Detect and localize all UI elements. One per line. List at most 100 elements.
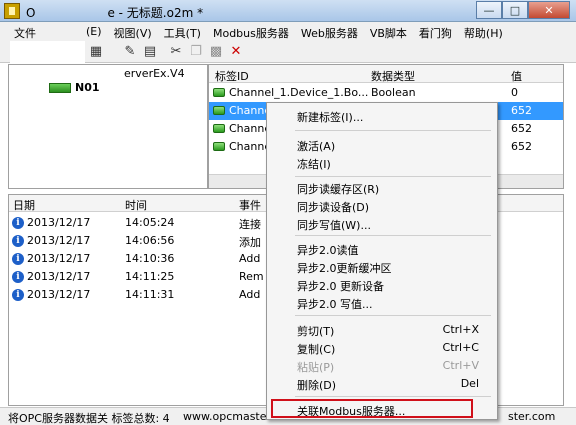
log-date: 2013/12/17 [27,270,91,283]
menu-item-async-update-buffer[interactable]: 异步2.0更新缓冲区 [267,257,497,276]
menu-edit[interactable]: (E) [80,22,108,41]
menu-web-server[interactable]: Web服务器 [295,22,364,41]
log-date: 2013/12/17 [27,216,91,229]
log-date: 2013/12/17 [27,234,91,247]
menu-item-new-tag[interactable]: 新建标签(I)... [267,106,497,125]
log-date: 2013/12/17 [27,288,91,301]
properties-icon[interactable]: ▤ [142,44,158,60]
menu-modbus-server[interactable]: Modbus服务器 [207,22,295,41]
copy-icon[interactable]: ❐ [188,44,204,60]
column-time[interactable]: 时间 [125,197,147,213]
edit-icon[interactable]: ✎ [122,44,138,60]
menu-item-async-write[interactable]: 异步2.0 写值... [267,293,497,312]
paste-icon[interactable]: ▩ [208,44,224,60]
column-event[interactable]: 事件 [239,197,261,213]
menu-item-delete[interactable]: 删除(D) Del [267,374,497,393]
window-controls: — □ ✕ [476,1,570,19]
data-type-cell: Boolean [371,86,416,99]
menu-item-label: 新建标签(I)... [297,111,364,124]
server-tree: erverEx.V4 N01 [8,64,208,189]
menu-item-paste[interactable]: 粘贴(P) Ctrl+V [267,356,497,375]
title-bar: O e - 无标题.o2m * — □ ✕ [0,0,576,22]
context-menu: 新建标签(I)... 激活(A) 冻结(I) 同步读缓存区(R) 同步读设备(D… [266,102,498,420]
log-event: 添加 [239,236,261,249]
menu-file[interactable]: 文件 [8,22,42,41]
value-cell: 652 [511,140,532,153]
tree-root-server[interactable]: erverEx.V4 [124,67,185,80]
status-text: 将OPC服务器数据关 标签总数: 4 [8,412,170,425]
tag-icon [213,88,225,97]
menu-item-label: 异步2.0读值 [297,244,359,257]
column-data-type[interactable]: 数据类型 [371,68,415,84]
menu-help[interactable]: 帮助(H) [458,22,509,41]
menu-item-label: 异步2.0 更新设备 [297,280,384,293]
table-row[interactable]: Channel_1.Device_1.Bo... Boolean 0 [209,84,563,102]
menu-item-label: 粘贴(P) [297,361,335,374]
menu-vb-script[interactable]: VB脚本 [364,22,413,41]
log-time: 14:10:36 [125,252,175,265]
log-event: 连接 [239,218,261,231]
value-cell: 652 [511,122,532,135]
log-time: 14:11:25 [125,270,175,283]
tag-icon [213,106,225,115]
menu-item-label: 同步读缓存区(R) [297,183,380,196]
menu-separator [295,396,491,397]
maximize-button[interactable]: □ [502,1,528,19]
device-icon [49,82,71,93]
status-url-tail: ster.com [508,410,556,423]
menu-item-sync-write[interactable]: 同步写值(W)... [267,214,497,233]
menu-separator [295,130,491,131]
menu-item-copy[interactable]: 复制(C) Ctrl+C [267,338,497,357]
column-tag-id[interactable]: 标签ID [215,68,249,84]
info-icon: i [12,289,24,301]
tag-table-header: 标签ID 数据类型 值 [209,65,563,83]
menu-item-shortcut: Ctrl+X [442,323,479,336]
menu-view[interactable]: 视图(V) [108,22,158,41]
status-url: www.opcmaste [183,410,267,423]
column-date[interactable]: 日期 [13,197,35,213]
menu-item-label: 剪切(T) [297,325,335,338]
tag-id-cell: Channe [229,104,269,117]
log-time: 14:11:31 [125,288,175,301]
tree-node-n01[interactable]: N01 [49,81,100,94]
menu-item-freeze[interactable]: 冻结(I) [267,153,497,172]
menu-item-label: 复制(C) [297,343,336,356]
menu-item-async-read[interactable]: 异步2.0读值 [267,239,497,258]
log-event: Add [239,288,261,301]
menu-item-label: 冻结(I) [297,158,331,171]
menu-separator [295,235,491,236]
menu-tools[interactable]: 工具(T) [158,22,207,41]
info-icon: i [12,271,24,283]
tag-icon [213,142,225,151]
toolbar: ▦ ✎ ▤ ✂ ❐ ▩ ✕ [0,41,576,65]
info-icon: i [12,217,24,229]
menu-item-async-update-device[interactable]: 异步2.0 更新设备 [267,275,497,294]
menu-separator [295,315,491,316]
close-button[interactable]: ✕ [528,1,570,19]
close-icon: ✕ [544,3,554,17]
menu-bar: 文件 (E) 视图(V) 工具(T) Modbus服务器 Web服务器 VB脚本… [0,22,576,41]
new-tag-icon[interactable]: ▦ [88,44,104,60]
menu-item-label: 异步2.0 写值... [297,298,373,311]
menu-item-label: 同步读设备(D) [297,201,370,214]
menu-item-activate[interactable]: 激活(A) [267,135,497,154]
log-event: Add [239,252,261,265]
menu-item-shortcut: Del [460,377,479,390]
tag-id-cell: Channe [229,122,269,135]
minimize-button[interactable]: — [476,1,502,19]
column-value[interactable]: 值 [511,68,522,84]
menu-item-shortcut: Ctrl+C [442,341,479,354]
cut-icon[interactable]: ✂ [168,44,184,60]
menu-item-cut[interactable]: 剪切(T) Ctrl+X [267,320,497,339]
delete-icon[interactable]: ✕ [228,44,244,60]
menu-watchdog[interactable]: 看门狗 [413,22,458,41]
tag-id-cell: Channe [229,140,269,153]
info-icon: i [12,253,24,265]
log-date: 2013/12/17 [27,252,91,265]
menu-item-sync-read-cache[interactable]: 同步读缓存区(R) [267,178,497,197]
maximize-icon: □ [509,3,521,17]
menu-item-sync-read-device[interactable]: 同步读设备(D) [267,196,497,215]
menu-item-label: 异步2.0更新缓冲区 [297,262,392,275]
menu-item-label: 同步写值(W)... [297,219,371,232]
toolbar-blank-area [10,41,85,65]
